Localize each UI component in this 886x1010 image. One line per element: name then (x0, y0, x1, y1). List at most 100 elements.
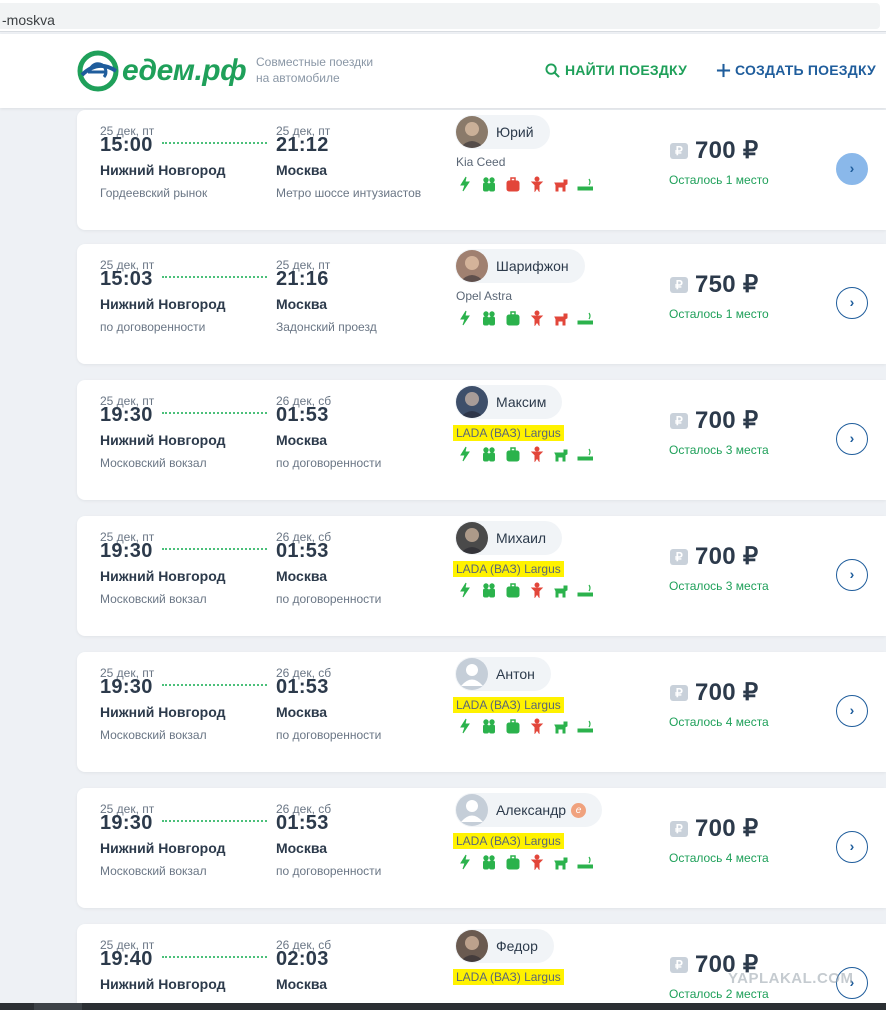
open-trip-button[interactable]: › (836, 287, 868, 319)
car-model: LADA (ВАЗ) Largus (453, 969, 564, 985)
departure-time: 19:30 (100, 676, 153, 698)
avatar (456, 250, 488, 282)
price: ₽ 700 ₽ (670, 678, 759, 707)
trip-card[interactable]: 25 дек, пт 15:03 Нижний Новгород по дого… (77, 244, 886, 364)
trip-card[interactable]: 25 дек, пт 19:40 Нижний Новгород 26 дек,… (77, 924, 886, 1010)
chevron-right-icon: › (849, 160, 855, 176)
search-icon (545, 62, 560, 78)
create-trip-link[interactable]: СОЗДАТЬ ПОЕЗДКУ (716, 62, 876, 78)
driver-chip[interactable]: Михаил (455, 521, 563, 555)
departure-place: Московский вокзал (100, 864, 207, 878)
url-field[interactable]: -moskva (0, 3, 880, 29)
departure-time: 15:00 (100, 134, 153, 156)
driver-chip[interactable]: Александр e (455, 793, 603, 827)
arrival-time: 21:16 (276, 268, 329, 290)
driver-chip[interactable]: Антон (455, 657, 551, 691)
ruble-icon: ₽ (670, 412, 688, 429)
logo-text: едем.рф (122, 54, 247, 87)
site-logo[interactable]: едем.рф (76, 49, 247, 93)
smoke-icon (577, 448, 593, 461)
driver-chip[interactable]: Максим (455, 385, 563, 419)
trip-card[interactable]: 25 дек, пт 15:00 Нижний Новгород Гордеев… (77, 110, 886, 230)
arrival-place: по договоренности (276, 728, 382, 742)
route-line (162, 820, 267, 822)
car-model: LADA (ВАЗ) Largus (453, 697, 564, 713)
chevron-right-icon: › (849, 430, 855, 446)
seats-left: Осталось 3 места (669, 579, 769, 593)
bag-icon (506, 583, 520, 598)
departure-city: Нижний Новгород (100, 840, 226, 856)
driver-chip[interactable]: Федор (455, 929, 554, 963)
price-value: 750 ₽ (695, 271, 759, 298)
smoke-icon (577, 584, 593, 597)
avatar (456, 116, 488, 148)
driver-name: Антон (496, 666, 535, 682)
ruble-icon: ₽ (670, 548, 688, 565)
departure-place: Московский вокзал (100, 456, 207, 470)
car-model: LADA (ВАЗ) Largus (453, 425, 564, 441)
seats-left: Осталось 1 место (669, 307, 769, 321)
open-trip-button[interactable]: › (836, 559, 868, 591)
arrival-city: Москва (276, 976, 328, 992)
logo-icon (76, 49, 120, 93)
watermark: YAPLAKAL.COM (728, 970, 854, 987)
driver-name: Максим (496, 394, 547, 410)
car-model: Opel Astra (456, 289, 513, 303)
price-value: 700 ₽ (695, 679, 759, 706)
chevron-right-icon: › (849, 838, 855, 854)
trip-card[interactable]: 25 дек, пт 19:30 Нижний Новгород Московс… (77, 652, 886, 772)
departure-city: Нижний Новгород (100, 162, 226, 178)
smoke-icon (577, 856, 593, 869)
amenities (457, 718, 593, 734)
tagline-line-1: Совместные поездки (256, 55, 374, 69)
departure-time: 15:03 (100, 268, 153, 290)
people-icon (483, 583, 495, 598)
child-icon (530, 176, 544, 192)
trip-card[interactable]: 25 дек, пт 19:30 Нижний Новгород Московс… (77, 516, 886, 636)
departure-city: Нижний Новгород (100, 976, 226, 992)
seats-left: Осталось 1 место (669, 173, 769, 187)
dog-icon (554, 721, 568, 734)
driver-name: Михаил (496, 530, 547, 546)
departure-time: 19:30 (100, 404, 153, 426)
dog-icon (554, 179, 568, 192)
open-trip-button[interactable]: › (836, 831, 868, 863)
driver-name: Юрий (496, 124, 534, 140)
trip-card[interactable]: 25 дек, пт 19:30 Нижний Новгород Московс… (77, 380, 886, 500)
car-model: LADA (ВАЗ) Largus (453, 561, 564, 577)
seats-left: Осталось 2 места (669, 987, 769, 1001)
car-model: LADA (ВАЗ) Largus (453, 833, 564, 849)
arrival-city: Москва (276, 840, 328, 856)
arrival-city: Москва (276, 568, 328, 584)
people-icon (483, 447, 495, 462)
avatar (456, 658, 488, 690)
bolt-icon (460, 718, 470, 734)
route-line (162, 412, 267, 414)
arrival-time: 01:53 (276, 676, 329, 698)
amenities (457, 582, 593, 598)
price: ₽ 700 ₽ (670, 542, 759, 571)
dog-icon (554, 313, 568, 326)
browser-address-bar[interactable]: -moskva (0, 0, 886, 32)
trip-card[interactable]: 25 дек, пт 19:30 Нижний Новгород Московс… (77, 788, 886, 908)
open-trip-button[interactable]: › (836, 153, 868, 185)
avatar (456, 522, 488, 554)
open-trip-button[interactable]: › (836, 423, 868, 455)
driver-chip[interactable]: Юрий (455, 115, 550, 149)
find-trip-link[interactable]: НАЙТИ ПОЕЗДКУ (545, 62, 687, 78)
verified-badge: e (571, 802, 587, 818)
driver-chip[interactable]: Шарифжон (455, 249, 585, 283)
open-trip-button[interactable]: › (836, 695, 868, 727)
dog-icon (554, 857, 568, 870)
car-model: Kia Ceed (456, 155, 506, 169)
price-value: 700 ₽ (695, 815, 759, 842)
taskbar-item[interactable] (34, 1003, 82, 1010)
chevron-right-icon: › (849, 702, 855, 718)
amenities (457, 310, 593, 326)
site-tagline: Совместные поездки на автомобиле (256, 54, 396, 86)
departure-place: Гордеевский рынок (100, 186, 208, 200)
plus-icon (716, 63, 731, 77)
arrival-time: 01:53 (276, 404, 329, 426)
chevron-right-icon: › (849, 294, 855, 310)
bolt-icon (460, 854, 470, 870)
